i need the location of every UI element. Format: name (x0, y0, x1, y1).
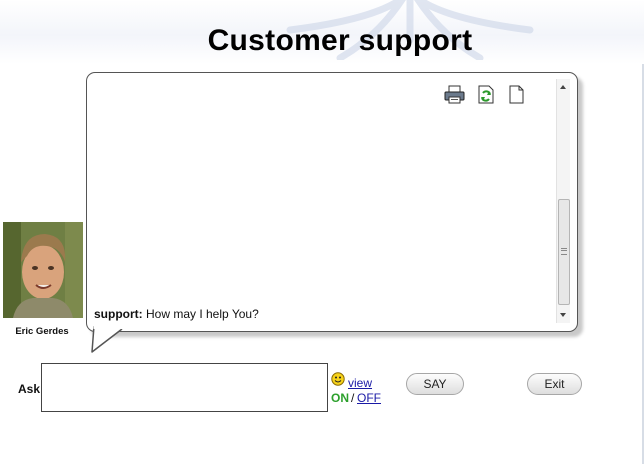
scroll-thumb[interactable] (558, 199, 570, 305)
new-page-icon[interactable] (506, 85, 527, 104)
agent-photo (3, 222, 83, 318)
scroll-down-arrow-icon[interactable] (560, 313, 566, 317)
emoticons-off-toggle[interactable]: OFF (357, 391, 381, 405)
ask-label: Ask (18, 382, 41, 396)
chat-toolbar (444, 85, 527, 104)
page-title: Customer support (207, 24, 473, 57)
say-button[interactable]: SAY (406, 373, 464, 395)
refresh-icon[interactable] (475, 85, 496, 104)
agent-name: Eric Gerdes (15, 326, 69, 337)
emoticons-on-toggle[interactable]: ON (331, 391, 349, 405)
scroll-grip-icon (561, 248, 567, 255)
question-input[interactable] (41, 363, 328, 412)
bubble-tail (91, 326, 123, 353)
chat-scrollbar[interactable] (556, 79, 570, 323)
view-emoticons-link[interactable]: view (348, 376, 372, 390)
toggle-separator: / (351, 391, 355, 405)
chat-window: support: How may I help You? (86, 72, 578, 332)
header-banner: Customer support (0, 0, 644, 64)
chat-message: support: How may I help You? (94, 307, 259, 321)
smiley-icon[interactable] (331, 372, 345, 386)
message-sender: support: (94, 307, 143, 321)
exit-button[interactable]: Exit (527, 373, 582, 395)
message-text: How may I help You? (146, 307, 259, 321)
print-icon[interactable] (444, 85, 465, 104)
agent-avatar (3, 222, 83, 318)
scroll-up-arrow-icon[interactable] (560, 85, 566, 89)
